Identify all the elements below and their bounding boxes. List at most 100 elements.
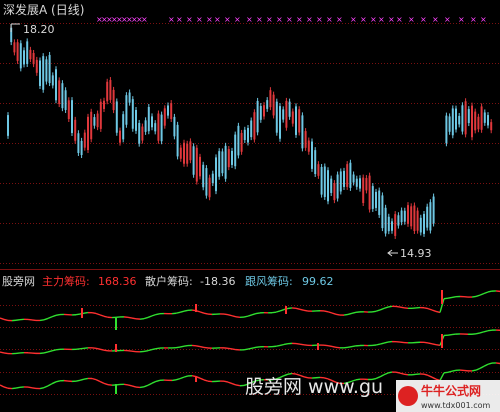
candle-body <box>397 215 400 226</box>
candle-body <box>106 81 109 102</box>
candle-body <box>109 80 112 100</box>
main-chip-line <box>3 318 9 322</box>
candle-body <box>51 75 54 86</box>
retail-chip-line <box>227 347 233 350</box>
follow-chip-line <box>447 370 453 373</box>
main-chip-line <box>331 312 337 315</box>
main-chip-line <box>83 311 89 314</box>
retail-chip-line <box>79 347 85 350</box>
follow-chip-line <box>403 373 409 376</box>
low-price-annotation: 14.93 <box>387 247 432 260</box>
candle-body <box>346 164 349 187</box>
candle-body <box>74 119 77 141</box>
candle-body <box>474 111 477 131</box>
retail-chip-value: -18.36 <box>200 275 235 288</box>
retail-chip-line <box>283 343 289 346</box>
follow-chip-line <box>487 362 493 365</box>
retail-chip-line <box>95 347 101 350</box>
candle-body <box>221 151 224 174</box>
candle-body <box>282 109 285 120</box>
main-chip-line <box>179 310 185 313</box>
candle-body <box>247 127 249 143</box>
retail-chip-line <box>143 349 149 353</box>
follow-chip-line <box>471 369 477 372</box>
candle-body <box>410 206 413 227</box>
signal-marker: × <box>296 15 303 24</box>
follow-chip-line <box>439 372 445 381</box>
follow-chip-line <box>287 372 293 375</box>
candle-body <box>359 178 361 189</box>
high-price-annotation: 18.20 <box>10 23 55 36</box>
main-chip-line <box>99 314 105 317</box>
candle-body <box>355 178 358 187</box>
main-chip-line <box>475 294 481 298</box>
candle-body <box>426 206 429 228</box>
follow-chip-line <box>495 362 500 365</box>
signal-marker: × <box>326 15 333 24</box>
follow-chip-line <box>443 371 449 374</box>
candle-body <box>55 69 57 101</box>
candle-body <box>368 175 371 210</box>
candle-body <box>445 115 448 144</box>
indicator-name: 股旁网 <box>2 274 35 288</box>
candle-body <box>205 168 208 196</box>
candle-body <box>483 112 486 123</box>
follow-chip-line <box>123 383 129 386</box>
candle-body <box>467 109 470 124</box>
candle-body <box>119 130 121 143</box>
main-chip-line <box>251 312 257 316</box>
follow-chip-line <box>27 386 33 389</box>
candle-body <box>448 116 451 132</box>
candle-body <box>141 126 144 141</box>
retail-chip-line <box>427 342 433 345</box>
follow-chip-line <box>383 372 389 376</box>
candle-body <box>311 141 313 169</box>
follow-chip-line <box>183 375 189 378</box>
follow-chip-line <box>231 382 237 386</box>
follow-chip-line <box>39 386 45 390</box>
candle-body <box>352 174 355 183</box>
follow-chip-line <box>387 371 393 374</box>
candle-body <box>330 178 333 193</box>
main-chip-line <box>43 317 49 321</box>
candle-body <box>400 210 403 223</box>
candle-body <box>416 210 419 231</box>
retail-chip-line <box>99 348 105 351</box>
candle-body <box>391 221 393 231</box>
retail-chip-line <box>347 345 353 348</box>
main-chip-line <box>343 313 349 316</box>
candle-body <box>266 100 269 109</box>
signal-marker: × <box>224 15 231 24</box>
signal-marker: × <box>266 15 273 24</box>
retail-chip-line <box>375 343 381 346</box>
high-price-label: 18.20 <box>23 23 55 36</box>
follow-chip-value: 99.62 <box>302 275 334 288</box>
candle-body <box>135 109 137 131</box>
retail-chip-line <box>275 344 281 347</box>
signal-marker: × <box>432 15 439 24</box>
follow-chip-line <box>95 378 101 383</box>
follow-chip-line <box>75 379 81 382</box>
candle-body <box>429 202 432 231</box>
candle-body <box>112 89 115 111</box>
signal-marker: × <box>420 15 427 24</box>
signal-marker: × <box>378 15 385 24</box>
signal-marker: × <box>316 15 323 24</box>
main-chip-line <box>39 319 45 322</box>
follow-chip-line <box>79 378 85 381</box>
main-chip-value: 168.36 <box>98 275 137 288</box>
candle-body <box>23 50 25 65</box>
retail-chip-line <box>327 344 333 348</box>
main-chip-line <box>243 315 249 318</box>
follow-chip-line <box>143 384 149 388</box>
retail-chip-line <box>295 342 301 345</box>
candle-body <box>362 177 365 204</box>
retail-chip-line <box>199 345 205 349</box>
candle-body <box>384 207 387 234</box>
follow-chip-line <box>131 385 137 388</box>
retail-chip-line <box>431 343 437 346</box>
candle-body <box>464 101 467 135</box>
main-chip-line <box>371 310 377 313</box>
main-chip-line <box>295 307 301 310</box>
follow-chip-line <box>203 379 209 382</box>
